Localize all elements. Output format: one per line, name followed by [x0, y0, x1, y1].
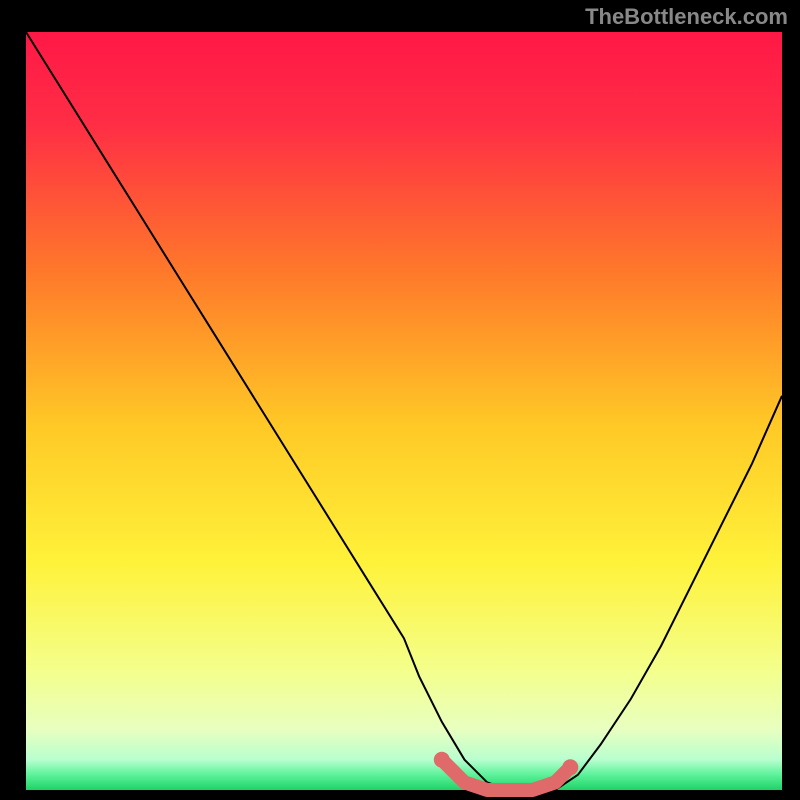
chart-stage: TheBottleneck.com [0, 0, 800, 800]
highlight-start-dot [434, 752, 450, 768]
plot-background [26, 32, 782, 790]
highlight-end-dot [562, 759, 578, 775]
chart-svg [0, 0, 800, 800]
